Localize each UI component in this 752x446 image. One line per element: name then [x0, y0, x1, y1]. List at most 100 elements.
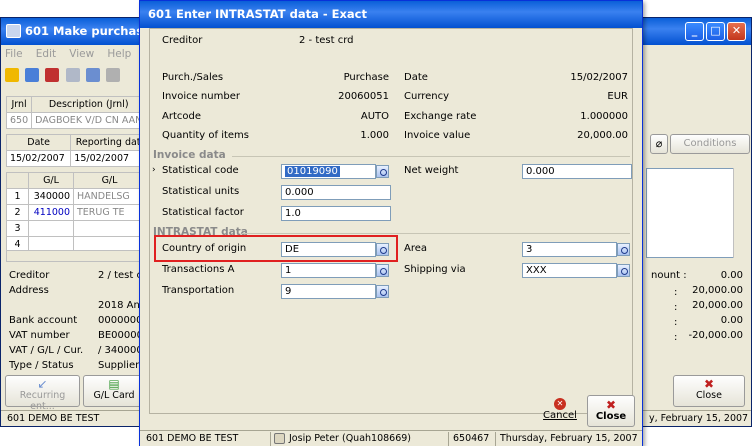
close-button[interactable]: ✖ Close — [673, 375, 745, 407]
cancel-button[interactable]: ✕ Cancel — [539, 398, 581, 426]
net-weight-input[interactable]: 0.000 — [522, 164, 632, 179]
horizontal-scrollbar[interactable] — [6, 250, 146, 262]
status-company: 601 DEMO BE TEST — [7, 413, 100, 424]
statistical-units-input[interactable]: 0.000 — [281, 185, 391, 200]
info-label: Type / Status — [9, 360, 74, 371]
date-label: Date — [404, 72, 428, 83]
list-icon[interactable] — [85, 68, 100, 82]
artcode-value: AUTO — [360, 111, 389, 122]
total-value: 0.00 — [720, 315, 743, 326]
col-gl: G/L — [28, 172, 74, 189]
lines-table: G/L G/L 1 340000 HANDELSG 2 411000 TERUG… — [6, 172, 146, 253]
app-icon — [6, 24, 21, 38]
info-label: Creditor — [9, 270, 50, 281]
dialog-title-bar[interactable]: 601 Enter INTRASTAT data - Exact — [140, 1, 642, 28]
info-label: Address — [9, 285, 49, 296]
creditor-info: Creditor 2 / test cr Address 2018 Antw Ba… — [9, 270, 152, 375]
col-gl-2: G/L — [73, 172, 146, 189]
statistical-factor-input[interactable]: 1.0 — [281, 206, 391, 221]
row-description[interactable] — [73, 220, 146, 237]
menu-file[interactable]: File — [5, 48, 23, 60]
creditor-label: Creditor — [162, 35, 203, 46]
area-lookup-icon[interactable] — [617, 243, 630, 256]
row-number: 1 — [6, 188, 29, 205]
invoice-number-value: 20060051 — [338, 91, 389, 102]
status-number: 650467 — [448, 432, 489, 446]
journal-code[interactable]: 650 — [5, 112, 33, 129]
dialog-panel: Creditor 2 - test crd Purch./Sales Purch… — [149, 28, 633, 414]
toolbar — [5, 66, 155, 86]
maximize-button[interactable]: □ — [706, 22, 725, 41]
menu-bar: File Edit View Help — [5, 48, 141, 64]
statistical-code-lookup-icon[interactable] — [376, 165, 389, 178]
totals: 0.00 20,000.00 20,000.00 0.00 -20,000.00 — [671, 270, 743, 345]
table-row[interactable]: 2 411000 TERUG TE — [6, 204, 146, 221]
row-number: 2 — [6, 204, 29, 221]
dialog-close-button[interactable]: ✖ Close — [587, 395, 635, 427]
shipping-via-input[interactable]: XXX — [522, 263, 617, 278]
print-icon[interactable] — [105, 68, 120, 82]
recurring-entries-button[interactable]: ↙ Recurring ent... — [5, 375, 80, 412]
col-date: Date — [5, 134, 72, 151]
total-value: -20,000.00 — [688, 330, 743, 341]
invoice-value-value: 20,000.00 — [577, 130, 628, 141]
menu-help[interactable]: Help — [107, 48, 131, 60]
menu-view[interactable]: View — [69, 48, 94, 60]
transactions-lookup-icon[interactable] — [376, 264, 389, 277]
cancel-icon: ✕ — [554, 398, 566, 410]
menu-edit[interactable]: Edit — [36, 48, 56, 60]
transactions-label: Transactions A — [162, 264, 235, 275]
invoice-number-label: Invoice number — [162, 91, 240, 102]
col-reporting-date: Reporting dat — [70, 134, 146, 151]
purch-sales-label: Purch./Sales — [162, 72, 224, 83]
entry-date[interactable]: 15/02/2007 — [5, 150, 72, 167]
total-value: 20,000.00 — [692, 285, 743, 296]
back-icon[interactable] — [5, 68, 19, 82]
currency-label: Currency — [404, 91, 450, 102]
conditions-button[interactable]: Conditions — [670, 134, 750, 154]
row-gl[interactable]: 340000 — [28, 188, 74, 205]
statistical-factor-label: Statistical factor — [162, 207, 244, 218]
journal-description[interactable]: DAGBOEK V/D CN AAN — [31, 112, 147, 129]
status-user: Josip Peter (Quah108669) — [270, 432, 411, 446]
status-company: 601 DEMO BE TEST — [146, 433, 239, 444]
invoice-value-label: Invoice value — [404, 130, 471, 141]
table-row[interactable]: 1 340000 HANDELSG — [6, 188, 146, 205]
user-icon — [274, 433, 285, 444]
info-label: Bank account — [9, 315, 78, 326]
net-weight-label: Net weight — [404, 165, 459, 176]
statistical-code-label: Statistical code — [162, 165, 239, 176]
date-value: 15/02/2007 — [570, 72, 628, 83]
gl-card-button[interactable]: ▤ G/L Card — [83, 375, 145, 407]
close-window-button[interactable]: ✕ — [727, 22, 746, 41]
dates-table: Date Reporting dat 15/02/2007 15/02/2007 — [5, 134, 146, 167]
col-jrnl: Jrnl — [5, 96, 33, 113]
current-row-indicator: › — [152, 165, 156, 175]
shipping-via-label: Shipping via — [404, 264, 466, 275]
intrastat-dialog: 601 Enter INTRASTAT data - Exact Credito… — [139, 0, 643, 446]
area-input[interactable]: 3 — [522, 242, 617, 257]
statistical-code-input[interactable]: 01019090 — [281, 164, 376, 179]
col-description: Description (Jrnl) — [31, 96, 147, 113]
delete-icon[interactable] — [45, 68, 60, 82]
transactions-input[interactable]: 1 — [281, 263, 376, 278]
row-gl[interactable] — [28, 220, 74, 237]
status-date: y, February 15, 2007 — [649, 413, 749, 424]
area-label: Area — [404, 243, 428, 254]
search-icon[interactable] — [65, 68, 80, 82]
reporting-date[interactable]: 15/02/2007 — [70, 150, 146, 167]
shipping-lookup-icon[interactable] — [617, 264, 630, 277]
minimize-button[interactable]: _ — [685, 22, 704, 41]
transportation-label: Transportation — [162, 285, 235, 296]
paperclip-icon[interactable]: ⌀ — [650, 134, 668, 154]
vertical-scrollbar[interactable] — [733, 168, 746, 258]
table-row[interactable]: 3 — [6, 220, 146, 237]
row-gl[interactable]: 411000 — [28, 204, 74, 221]
quantity-label: Quantity of items — [162, 130, 250, 141]
transportation-lookup-icon[interactable] — [376, 285, 389, 298]
transportation-input[interactable]: 9 — [281, 284, 376, 299]
row-description[interactable]: TERUG TE — [73, 204, 146, 221]
row-description[interactable]: HANDELSG — [73, 188, 146, 205]
quantity-value: 1.000 — [360, 130, 389, 141]
post-icon[interactable] — [25, 68, 40, 82]
